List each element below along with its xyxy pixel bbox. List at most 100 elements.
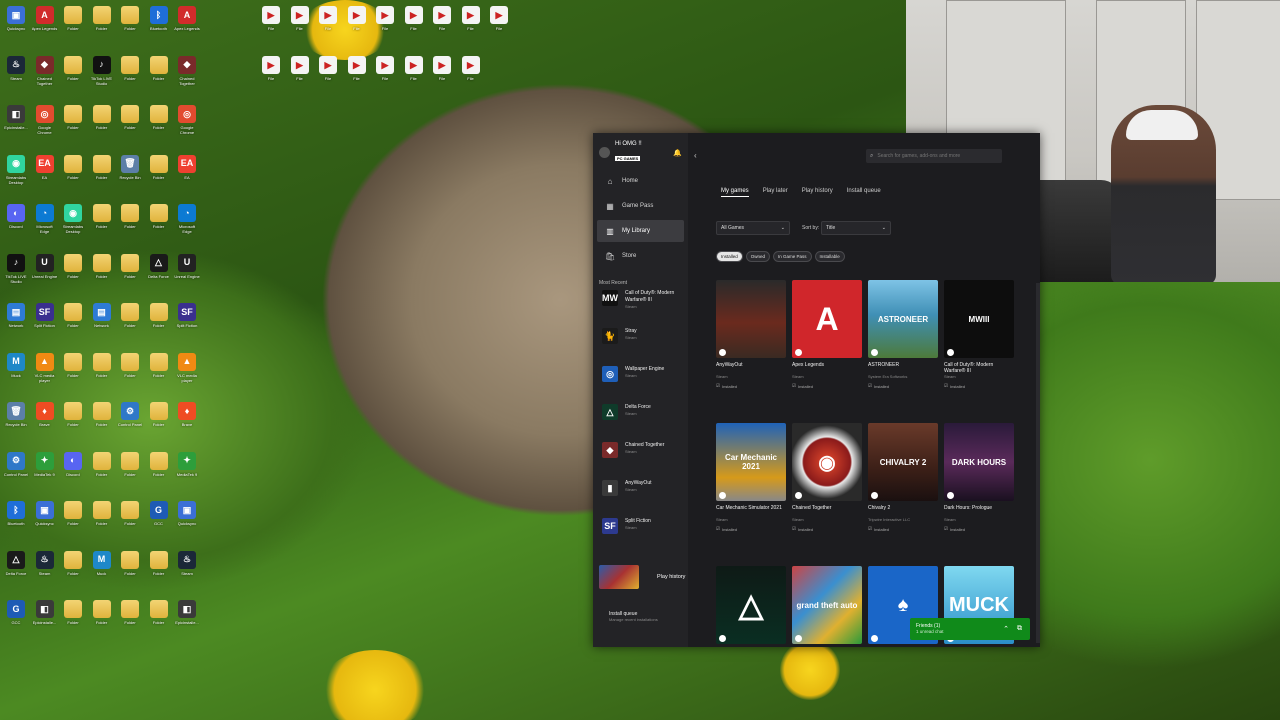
recent-game-item[interactable]: 🐈 Stray Steam <box>593 328 688 366</box>
desktop-file[interactable]: ▶ File <box>401 56 427 86</box>
game-card[interactable]: CHIVALRY 2 Chivalry 2 Tripwire Interactive… <box>868 423 938 555</box>
desktop-icon[interactable]: SF Split Fiction <box>32 303 58 333</box>
desktop-file[interactable]: ▶ File <box>344 56 370 86</box>
desktop-icon[interactable]: Folder <box>89 451 115 482</box>
desktop-icon[interactable]: Folder <box>89 501 115 531</box>
desktop-icon[interactable]: ♦ Brave <box>32 402 58 432</box>
desktop-icon[interactable]: ᛒ Bluetooth <box>3 501 29 531</box>
desktop-icon[interactable]: ▤ Network <box>3 303 29 333</box>
desktop-file[interactable]: ▶ File <box>372 56 398 86</box>
desktop-icon[interactable]: EA EA <box>32 154 58 185</box>
desktop-icon[interactable]: 🗑 Recycle Bin <box>117 154 143 185</box>
desktop-icon[interactable]: G GCC <box>3 600 29 630</box>
desktop-icon[interactable]: ▲ VLC media player <box>32 352 58 383</box>
game-card[interactable]: DARK HOURS Dark Hours: Prologue Steam ☑ Inst… <box>944 423 1014 555</box>
desktop-icon[interactable]: ◔ Microsoft Edge <box>32 204 58 234</box>
desktop-icon[interactable]: Folder <box>146 154 172 185</box>
desktop-icon[interactable]: Folder <box>117 501 143 531</box>
desktop-icon[interactable]: ▲ VLC media player <box>174 352 200 383</box>
desktop-icon[interactable]: ◔ Microsoft Edge <box>174 204 200 234</box>
desktop-icon[interactable]: Folder <box>60 55 86 86</box>
recent-game-item[interactable]: SF Split Fiction Steam <box>593 518 688 556</box>
desktop-icon[interactable]: Folder <box>117 55 143 86</box>
friends-chat-bar[interactable]: Friends (1) 1 unread chat ⌃ ⧉ <box>910 618 1030 640</box>
desktop-file[interactable]: ▶ File <box>315 56 341 86</box>
game-cover[interactable]: MWIII <box>944 280 1014 358</box>
search-input[interactable] <box>877 153 998 159</box>
desktop-icon[interactable]: Folder <box>89 253 115 284</box>
desktop-icon[interactable]: Folder <box>60 352 86 383</box>
tab-play-later[interactable]: Play later <box>763 188 788 197</box>
desktop-icon[interactable]: M Muck <box>89 550 115 581</box>
desktop-icon[interactable]: ▣ Quicksync <box>174 501 200 531</box>
desktop-icon[interactable]: M Muck <box>3 352 29 383</box>
game-card[interactable]: ◉ Chained Together Steam ☑ Installed <box>792 423 862 555</box>
desktop-icon[interactable]: Folder <box>117 6 143 36</box>
game-card[interactable]: AnyWayOut Steam ☑ Installed <box>716 280 786 412</box>
desktop-file[interactable]: ▶ File <box>458 56 484 86</box>
game-card[interactable]: A Apex Legends Steam ☑ Installed <box>792 280 862 412</box>
desktop-icon[interactable]: Folder <box>60 154 86 185</box>
scrollbar[interactable] <box>1036 283 1040 643</box>
desktop-file[interactable]: ▶ File <box>486 6 512 36</box>
recent-game-item[interactable]: △ Delta Force Steam <box>593 404 688 442</box>
game-cover[interactable]: Car Mechanic 2021 <box>716 423 786 501</box>
desktop-icon[interactable]: ▤ Network <box>89 303 115 333</box>
desktop-icon[interactable]: ◆ Chained Together <box>174 55 200 86</box>
desktop-icon[interactable]: Folder <box>60 402 86 432</box>
desktop-icon[interactable]: ♪ TikTok LIVE Studio <box>89 55 115 86</box>
game-cover[interactable]: grand theft auto <box>792 566 862 644</box>
game-cover[interactable]: DARK HOURS <box>944 423 1014 501</box>
desktop-icon[interactable]: Folder <box>89 352 115 383</box>
desktop-icon[interactable]: ◉ Streamlabs Desktop <box>60 204 86 234</box>
desktop-icon[interactable]: ♦ Brave <box>174 402 200 432</box>
recent-game-item[interactable]: ◎ Wallpaper Engine Steam <box>593 366 688 404</box>
notification-bell-icon[interactable]: 🔔 <box>673 149 682 157</box>
popout-icon[interactable]: ⧉ <box>1017 625 1022 633</box>
tab-install-queue[interactable]: Install queue <box>847 188 881 197</box>
tab-my-games[interactable]: My games <box>721 188 749 197</box>
desktop-icon[interactable]: ♨ Steam <box>174 550 200 581</box>
desktop-icon[interactable]: Folder <box>60 550 86 581</box>
desktop-icon[interactable]: Folder <box>117 204 143 234</box>
desktop-icon[interactable]: A Apex Legends <box>32 6 58 36</box>
desktop-icon[interactable]: Folder <box>117 303 143 333</box>
avatar[interactable] <box>599 147 610 158</box>
desktop-icon[interactable]: ᛒ Bluetooth <box>146 6 172 36</box>
desktop-icon[interactable]: ◧ Epicinstalle... <box>3 105 29 135</box>
desktop-icon[interactable]: Folder <box>60 253 86 284</box>
desktop-icon[interactable]: Folder <box>89 154 115 185</box>
game-card[interactable]: △Delta ForceSteam☑Installed <box>716 566 786 647</box>
desktop-icon[interactable]: ♨ Steam <box>32 550 58 581</box>
game-card[interactable]: ASTRONEER ASTRONEER System Era Softworks ☑ I… <box>868 280 938 412</box>
game-cover[interactable]: △ <box>716 566 786 644</box>
desktop-icon[interactable]: Folder <box>146 451 172 482</box>
desktop-icon[interactable]: Folder <box>89 105 115 135</box>
game-cover[interactable]: CHIVALRY 2 <box>868 423 938 501</box>
desktop-icon[interactable]: Folder <box>117 253 143 284</box>
desktop-file[interactable]: ▶ File <box>429 56 455 86</box>
desktop-icon[interactable]: Folder <box>146 204 172 234</box>
game-card[interactable]: grand theft autoGrand Theft Auto VSteam☑… <box>792 566 862 647</box>
desktop-icon[interactable]: ◐ Discord <box>3 204 29 234</box>
desktop-icon[interactable]: ◎ Google Chrome <box>32 105 58 135</box>
game-cover[interactable]: ◉ <box>792 423 862 501</box>
desktop-icon[interactable]: Folder <box>146 600 172 630</box>
filter-chip-installed[interactable]: Installed <box>716 251 743 262</box>
game-cover[interactable]: ASTRONEER <box>868 280 938 358</box>
desktop-icon[interactable]: Folder <box>117 105 143 135</box>
game-card[interactable]: MWIII Call of Duty®: Modern Warfare® III S… <box>944 280 1014 412</box>
desktop-file[interactable]: ▶ File <box>458 6 484 36</box>
desktop-icon[interactable]: ◆ Chained Together <box>32 55 58 86</box>
desktop-icon[interactable]: Folder <box>60 6 86 36</box>
desktop-file[interactable]: ▶ File <box>372 6 398 36</box>
desktop-icon[interactable]: Folder <box>117 352 143 383</box>
recent-game-item[interactable]: MW Call of Duty®: Modern Warfare® III Stea… <box>593 290 688 328</box>
filter-chip-owned[interactable]: Owned <box>745 251 771 262</box>
tab-play-history[interactable]: Play history <box>802 188 833 197</box>
nav-item-store[interactable]: 🛍 Store <box>597 245 684 267</box>
desktop-icon[interactable]: Folder <box>89 402 115 432</box>
desktop-icon[interactable]: EA EA <box>174 154 200 185</box>
desktop-icon[interactable]: Folder <box>117 451 143 482</box>
desktop-icon[interactable]: Folder <box>89 204 115 234</box>
